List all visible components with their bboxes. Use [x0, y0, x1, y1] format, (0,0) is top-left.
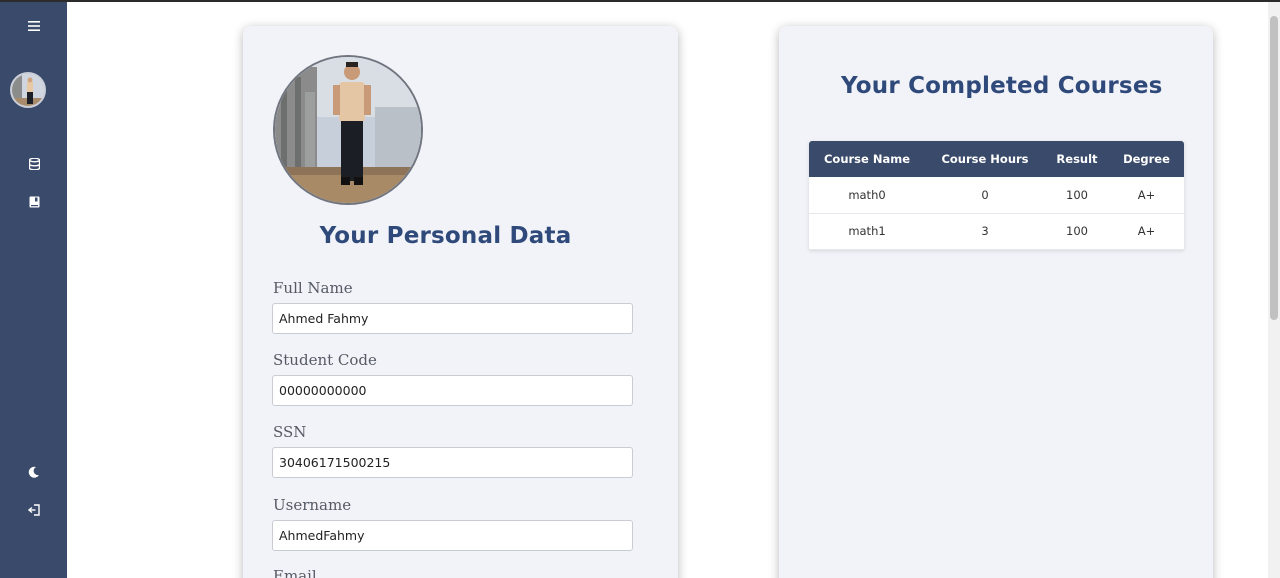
full-name-field[interactable] [272, 303, 633, 334]
header-degree: Degree [1109, 141, 1184, 177]
result-cell: 100 [1045, 177, 1109, 214]
header-course-hours: Course Hours [925, 141, 1045, 177]
degree-cell: A+ [1109, 213, 1184, 250]
table-header-row: Course Name Course Hours Result Degree [809, 141, 1184, 177]
courses-table: Course Name Course Hours Result Degree m… [809, 141, 1184, 250]
table-row: math1 3 100 A+ [809, 213, 1184, 250]
completed-courses-card: Your Completed Courses Course Name Cours… [779, 26, 1213, 578]
full-name-label: Full Name [273, 279, 353, 297]
header-course-name: Course Name [809, 141, 925, 177]
page-scrollbar[interactable] [1268, 2, 1280, 578]
book-icon[interactable] [22, 190, 46, 214]
result-cell: 100 [1045, 213, 1109, 250]
username-label: Username [273, 496, 352, 514]
sidebar [0, 2, 67, 578]
ssn-field[interactable] [272, 447, 633, 478]
table-row: math0 0 100 A+ [809, 177, 1184, 214]
username-field[interactable] [272, 520, 633, 551]
degree-cell: A+ [1109, 177, 1184, 214]
course-name-cell: math0 [809, 177, 925, 214]
top-border [0, 0, 1280, 2]
scrollbar-thumb[interactable] [1270, 16, 1278, 320]
course-hours-cell: 3 [925, 213, 1045, 250]
personal-data-title: Your Personal Data [319, 223, 572, 249]
hamburger-menu-icon[interactable] [22, 14, 46, 38]
completed-courses-title: Your Completed Courses [841, 73, 1163, 99]
logout-icon[interactable] [22, 498, 46, 522]
ssn-label: SSN [273, 423, 307, 441]
course-hours-cell: 0 [925, 177, 1045, 214]
sidebar-avatar[interactable] [10, 72, 46, 108]
database-icon[interactable] [22, 152, 46, 176]
student-code-label: Student Code [273, 351, 377, 369]
profile-photo [273, 55, 423, 205]
email-label: Email [273, 567, 317, 578]
moon-icon[interactable] [22, 460, 46, 484]
student-code-field[interactable] [272, 375, 633, 406]
header-result: Result [1045, 141, 1109, 177]
course-name-cell: math1 [809, 213, 925, 250]
personal-data-card: Your Personal Data Full Name Student Cod… [243, 26, 678, 578]
